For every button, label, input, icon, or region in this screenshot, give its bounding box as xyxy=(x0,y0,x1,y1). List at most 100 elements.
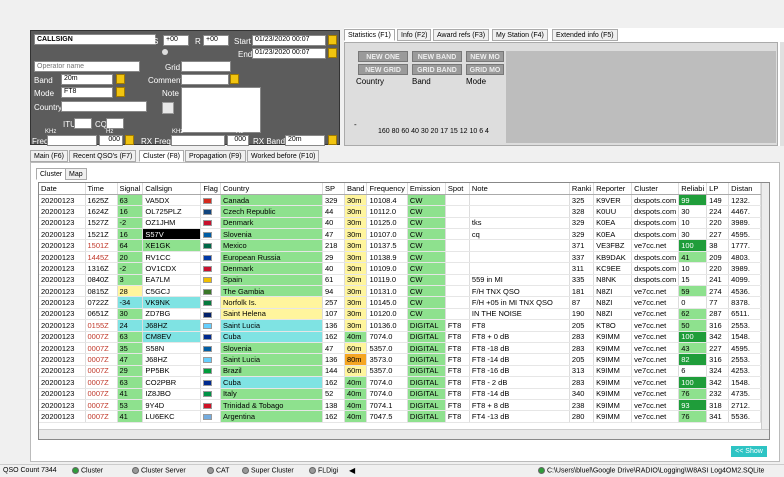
rxband-lock-icon[interactable] xyxy=(328,135,337,145)
tab-propagation[interactable]: Propagation (F9) xyxy=(185,150,246,162)
tab-main[interactable]: Main (F6) xyxy=(30,150,68,162)
column-header[interactable]: Distan xyxy=(728,183,762,195)
tab-worked-before[interactable]: Worked before (F10) xyxy=(247,150,320,162)
table-row[interactable]: 20200123 0007Z 63 CM8EV Cuba 162 40m 7074.0 DIGI… xyxy=(39,331,762,343)
s-report-select[interactable]: +00 xyxy=(163,35,189,46)
table-row[interactable]: 20200123 0840Z 3 EA7LM Spain 61 30m 10119.0 CW 55… xyxy=(39,274,762,287)
table-row[interactable]: 20200123 1625Z 63 VA5DX Canada 329 30m 10108.4 C… xyxy=(39,194,762,207)
mode-lock-icon[interactable] xyxy=(116,87,125,97)
new-one-button[interactable]: NEW ONE xyxy=(358,51,408,62)
column-header[interactable]: Reliabi xyxy=(678,183,708,195)
start-time-field[interactable]: 01/23/2020 00:07 xyxy=(252,35,326,46)
band-lock-icon[interactable] xyxy=(116,74,125,84)
table-row[interactable]: 20200123 0007Z 41 LU6EKC Argentina 162 40m 7047… xyxy=(39,410,762,423)
column-header[interactable]: Time xyxy=(85,183,118,195)
start-lock-icon[interactable] xyxy=(328,35,337,45)
table-row[interactable]: 20200123 0155Z 24 J68HZ Saint Lucia 136 30m 101… xyxy=(39,319,762,332)
end-time-field[interactable]: 01/23/2020 00:07 xyxy=(252,48,326,59)
column-header[interactable]: LP xyxy=(706,183,730,195)
status-cluster-server[interactable]: Cluster Server xyxy=(132,467,186,474)
subtab-map[interactable]: Map xyxy=(65,168,87,180)
table-row[interactable]: 20200123 1501Z 64 XE1GK Mexico 218 30m 10137.5 C… xyxy=(39,239,762,252)
status-cat[interactable]: CAT xyxy=(207,467,229,474)
cell-distan: 1232. xyxy=(728,194,762,207)
cq-input[interactable] xyxy=(106,118,124,129)
column-header[interactable]: Frequency xyxy=(366,183,408,195)
column-header[interactable]: Band xyxy=(344,183,368,195)
country-select[interactable] xyxy=(61,101,147,112)
cell-band: 30m xyxy=(344,251,368,264)
cell-lp: 342 xyxy=(706,376,730,389)
tab-extended-info[interactable]: Extended info (F5) xyxy=(552,29,618,41)
r-report-select[interactable]: +00 xyxy=(203,35,229,46)
status-cluster[interactable]: Cluster xyxy=(72,467,103,474)
freq-khz-input[interactable] xyxy=(47,135,97,146)
radio-icon[interactable] xyxy=(162,49,168,55)
vertical-scrollbar[interactable] xyxy=(761,183,769,429)
column-header[interactable]: SP xyxy=(322,183,345,195)
cell-reliabi: 93 xyxy=(678,399,708,412)
table-row[interactable]: 20200123 1527Z -2 OZ1JHM Denmark 40 30m 10125.0… xyxy=(39,217,762,230)
column-header[interactable]: Cluster xyxy=(631,183,680,195)
tab-info[interactable]: Info (F2) xyxy=(397,29,432,41)
subtab-cluster[interactable]: Cluster xyxy=(36,168,67,180)
band-select[interactable]: 20m xyxy=(61,74,113,85)
document-icon[interactable] xyxy=(162,102,174,114)
new-mode-button[interactable]: NEW MO xyxy=(466,51,504,62)
comment-input[interactable] xyxy=(181,74,229,85)
show-button[interactable]: << Show xyxy=(731,446,767,457)
table-row[interactable]: 20200123 0007Z 41 IZ8JBO Italy 52 40m 7074.0 DIG… xyxy=(39,388,762,400)
grid-input[interactable] xyxy=(181,61,231,72)
new-grid-button[interactable]: NEW GRID xyxy=(358,64,408,75)
table-row[interactable]: 20200123 0007Z 35 S58N Slovenia 47 60m 5357.0 DI… xyxy=(39,342,762,355)
table-row[interactable]: 20200123 0815Z 28 C5GCJ The Gambia 94 30m 10131… xyxy=(39,285,762,298)
new-band-button[interactable]: NEW BAND xyxy=(412,51,462,62)
itu-input[interactable] xyxy=(74,118,92,129)
cell-reliabi: 76 xyxy=(678,410,708,423)
comment-lock-icon[interactable] xyxy=(230,74,239,84)
table-row[interactable]: 20200123 1521Z 16 S57V Slovenia 47 30m 10107.0 C… xyxy=(39,228,762,241)
table-row[interactable]: 20200123 0007Z 53 9Y4D Trinidad & Tobago 138 4… xyxy=(39,399,762,412)
cell-distan: 4099. xyxy=(728,274,762,287)
tab-recent-qsos[interactable]: Recent QSO's (F7) xyxy=(69,150,137,162)
callsign-input[interactable] xyxy=(34,34,156,45)
rxfreq-khz-input[interactable] xyxy=(171,135,225,146)
speaker-icon[interactable]: ◀ xyxy=(349,466,355,475)
tab-cluster[interactable]: Cluster (F8) xyxy=(139,150,184,162)
grid-band-button[interactable]: GRID BAND xyxy=(412,64,462,75)
column-header[interactable]: Emission xyxy=(407,183,446,195)
horizontal-scrollbar[interactable] xyxy=(39,429,769,439)
column-header[interactable]: Flag xyxy=(200,183,221,195)
mode-select[interactable]: FT8 xyxy=(61,87,113,98)
table-row[interactable]: 20200123 0722Z -34 VK9NK Norfolk Is. 257 30m 10… xyxy=(39,296,762,309)
tab-award-refs[interactable]: Award refs (F3) xyxy=(433,29,490,41)
column-header[interactable]: Signal xyxy=(117,183,144,195)
column-header[interactable]: Note xyxy=(469,183,570,195)
table-row[interactable]: 20200123 1445Z 20 RV1CC European Russia 29 30m… xyxy=(39,251,762,264)
rxband-select[interactable]: 20m xyxy=(285,135,325,146)
freq-hz-input[interactable]: 000 xyxy=(99,135,123,146)
table-row[interactable]: 20200123 0007Z 29 PP5BK Brazil 144 60m 5357.0 DI… xyxy=(39,365,762,378)
stats-scrollbar[interactable] xyxy=(780,42,784,146)
status-super-cluster[interactable]: Super Cluster xyxy=(242,467,294,474)
table-row[interactable]: 20200123 1316Z -2 OV1CDX Denmark 40 30m 10109.0… xyxy=(39,262,762,275)
column-header[interactable]: Spot xyxy=(445,183,470,195)
tab-statistics[interactable]: Statistics (F1) xyxy=(344,29,395,41)
column-header[interactable]: Ranki xyxy=(569,183,595,195)
status-fldigi[interactable]: FLDigi xyxy=(309,467,338,474)
table-row[interactable]: 20200123 0007Z 47 J68HZ Saint Lucia 136 80m 357… xyxy=(39,353,762,366)
grid-mode-button[interactable]: GRID MO xyxy=(466,64,504,75)
column-header[interactable]: Date xyxy=(39,183,86,195)
table-row[interactable]: 20200123 1624Z 16 OL725PLZ Czech Republic 44 3… xyxy=(39,205,762,218)
rxfreq-hz-input[interactable]: 000 xyxy=(227,135,249,146)
table-row[interactable]: 20200123 0007Z 63 CO2PBR Cuba 162 40m 7074.0 DIG… xyxy=(39,376,762,389)
operator-name-input[interactable] xyxy=(34,61,140,72)
note-textarea[interactable] xyxy=(181,87,261,133)
end-lock-icon[interactable] xyxy=(328,48,337,58)
column-header[interactable]: Country xyxy=(220,183,323,195)
column-header[interactable]: Callsign xyxy=(142,183,202,195)
freq-lock-icon[interactable] xyxy=(125,135,134,145)
table-row[interactable]: 20200123 0651Z 30 ZD7BG Saint Helena 107 30m 10… xyxy=(39,308,762,321)
tab-my-station[interactable]: My Station (F4) xyxy=(492,29,548,41)
column-header[interactable]: Reporter xyxy=(593,183,633,195)
